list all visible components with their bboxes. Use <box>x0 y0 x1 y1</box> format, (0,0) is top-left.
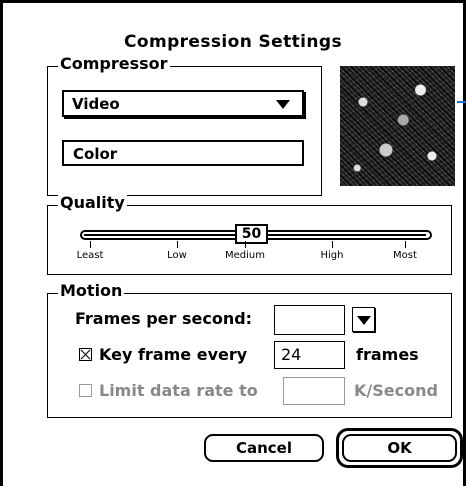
preview-marker <box>457 101 466 103</box>
quality-tick-least <box>90 241 91 248</box>
quality-label-high: High <box>320 250 344 261</box>
keyframe-unit: frames <box>356 345 419 364</box>
quality-tick-high <box>332 241 333 248</box>
dialog-border-top <box>0 0 466 3</box>
quality-slider-thumb[interactable]: 50 <box>235 224 268 244</box>
quality-label-most: Most <box>393 250 417 261</box>
datarate-input[interactable] <box>283 377 345 405</box>
fps-popup-button[interactable] <box>352 307 375 332</box>
compressor-depth-popup[interactable]: Color <box>62 140 304 166</box>
fps-input[interactable] <box>274 305 345 335</box>
keyframe-label: Key frame every <box>99 345 248 364</box>
keyframe-checkbox[interactable] <box>79 348 92 361</box>
quality-tick-medium <box>245 241 246 248</box>
ok-button[interactable]: OK <box>342 434 457 462</box>
datarate-unit: K/Second <box>354 381 438 400</box>
quality-label-medium: Medium <box>225 250 265 261</box>
motion-group-label: Motion <box>58 281 125 300</box>
triangle-down-icon <box>276 100 290 109</box>
compressor-group <box>47 66 322 196</box>
datarate-checkbox[interactable] <box>79 384 92 397</box>
quality-tick-most <box>405 241 406 248</box>
compressor-depth-value: Color <box>73 145 118 163</box>
compressor-type-value: Video <box>72 95 120 113</box>
keyframe-input[interactable]: 24 <box>274 341 345 369</box>
compressor-group-label: Compressor <box>58 54 170 73</box>
quality-tick-low <box>177 241 178 248</box>
dialog-title: Compression Settings <box>124 32 342 52</box>
cancel-button[interactable]: Cancel <box>204 434 324 462</box>
fps-label: Frames per second: <box>75 309 253 328</box>
quality-label-low: Low <box>167 250 187 261</box>
datarate-label: Limit data rate to <box>99 381 258 400</box>
compression-settings-dialog: Compression Settings Compressor Video Co… <box>0 0 466 486</box>
triangle-down-icon <box>357 316 371 325</box>
compressor-type-popup[interactable]: Video <box>62 90 304 117</box>
quality-label-least: Least <box>76 250 104 261</box>
dialog-border-left <box>0 0 3 486</box>
preview-image <box>340 66 455 186</box>
quality-group-label: Quality <box>58 193 127 212</box>
